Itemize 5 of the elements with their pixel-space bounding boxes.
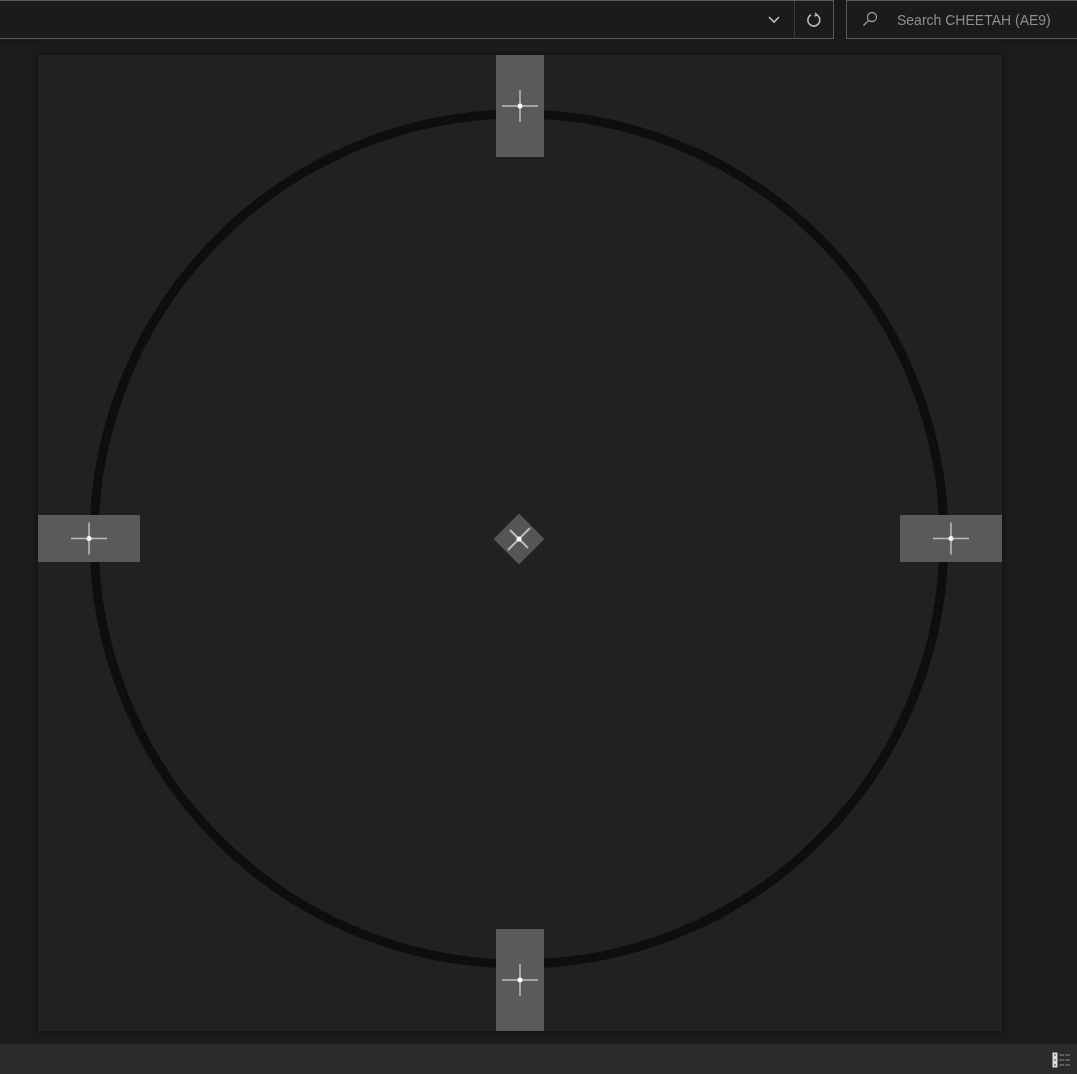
chevron-down-icon [768,15,780,24]
search-field[interactable]: Search CHEETAH (AE9) [846,0,1077,39]
refresh-icon [806,11,822,28]
search-icon [862,11,878,27]
list-view-icon [1052,1051,1072,1068]
